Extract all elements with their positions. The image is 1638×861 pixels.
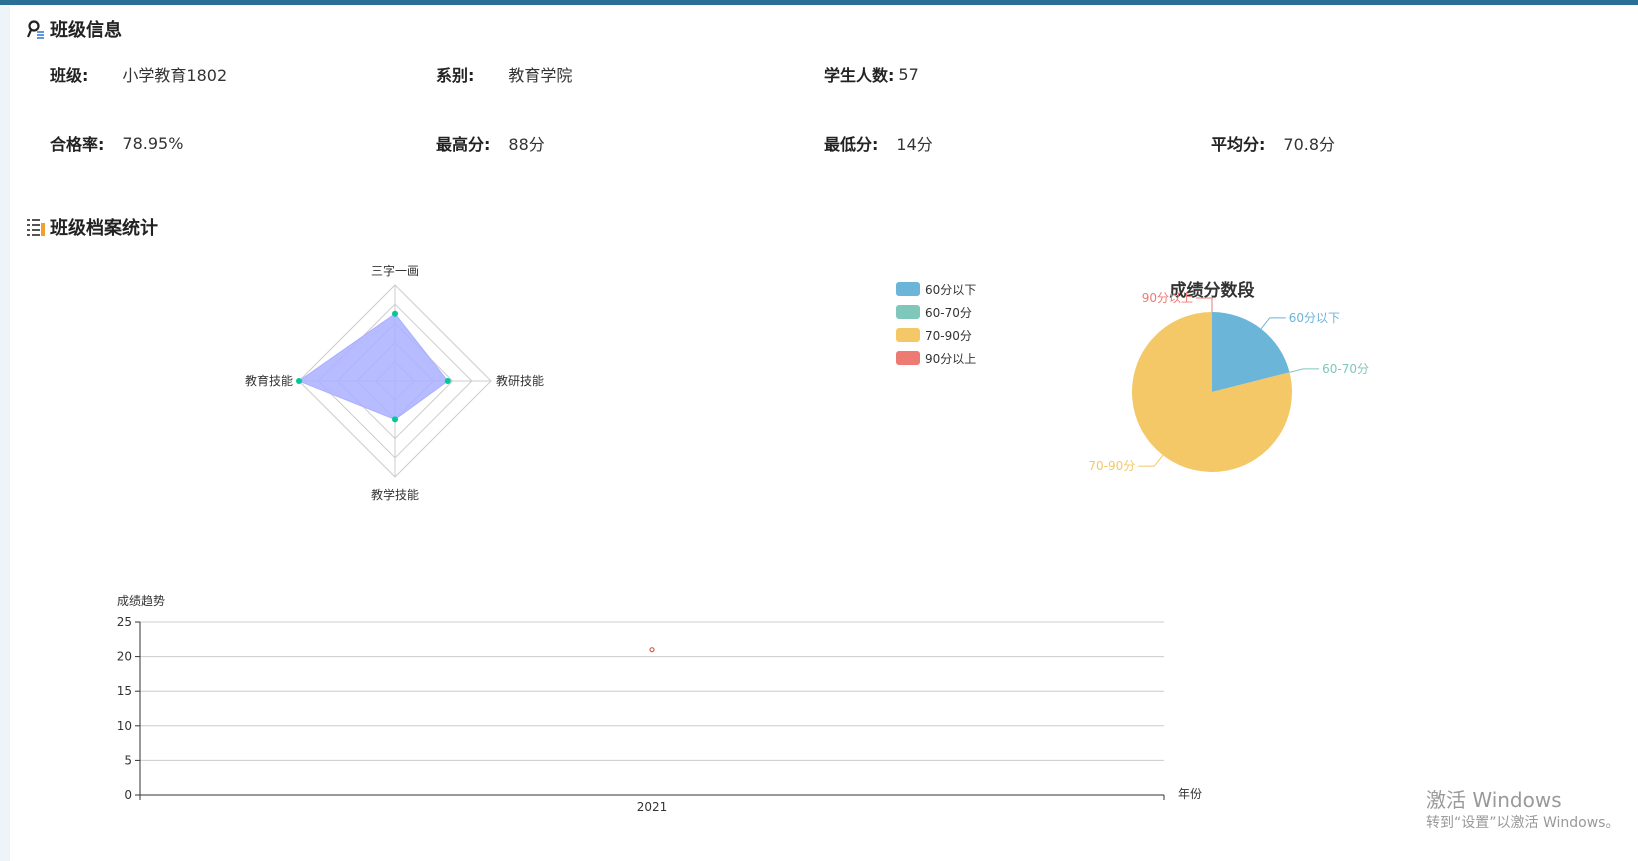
- radar-point: [296, 378, 302, 384]
- trend-chart: 成绩趋势 0 5 10 15 20 25 2021 年份: [117, 594, 1202, 814]
- class-info-header: 班级信息: [26, 16, 122, 42]
- students-value: 57: [898, 64, 919, 84]
- archive-stats-title: 班级档案统计: [50, 218, 158, 239]
- pie-slice-label: 70-90分: [1088, 459, 1135, 473]
- class-label: 班级:: [50, 66, 89, 85]
- info-row-2: 合格率: 78.95% 最高分: 88分 最低分: 14分 平均分: 70.8分: [0, 131, 1638, 155]
- y-axis-title: 成绩趋势: [117, 594, 165, 608]
- department-label: 系别:: [436, 66, 475, 85]
- max-score-field: 最高分: 88分: [436, 131, 545, 155]
- y-tick-label: 5: [124, 753, 132, 767]
- students-field: 学生人数: 57: [824, 62, 919, 86]
- avg-score-value: 70.8分: [1283, 135, 1336, 154]
- pie-chart: 60分以下60-70分70-90分90分以上成绩分数段60分以下60-70分70…: [896, 280, 1369, 473]
- legend-swatch: [896, 282, 920, 296]
- max-score-value: 88分: [508, 135, 545, 154]
- min-score-field: 最低分: 14分: [824, 131, 933, 155]
- y-tick-label: 15: [117, 684, 132, 698]
- radar-point: [392, 416, 398, 423]
- min-score-label: 最低分:: [824, 135, 879, 154]
- class-value: 小学教育1802: [122, 66, 228, 85]
- y-tick-label: 10: [117, 719, 132, 733]
- x-tick-label: 2021: [637, 800, 668, 814]
- info-row-1: 班级: 小学教育1802 系别: 教育学院 学生人数: 57: [0, 62, 1638, 86]
- radar-point: [444, 378, 451, 384]
- legend-swatch: [896, 305, 920, 319]
- pie-slice-label: 60-70分: [1322, 362, 1369, 376]
- legend-label: 90分以上: [925, 352, 976, 366]
- legend-label: 60分以下: [925, 283, 976, 297]
- avg-score-label: 平均分:: [1211, 135, 1266, 154]
- legend-label: 70-90分: [925, 329, 972, 343]
- pie-leader-line: [1289, 368, 1320, 373]
- class-info-title: 班级信息: [50, 20, 122, 41]
- pie-slice-label: 60分以下: [1289, 311, 1340, 325]
- pass-rate-label: 合格率:: [50, 135, 105, 154]
- list-icon: [26, 217, 46, 237]
- department-value: 教育学院: [508, 66, 573, 85]
- radar-indicator-label: 教学技能: [371, 487, 419, 502]
- archive-stats-header: 班级档案统计: [26, 214, 158, 240]
- legend-swatch: [896, 351, 920, 365]
- avg-score-field: 平均分: 70.8分: [1211, 131, 1335, 155]
- radar-indicator-label: 教研技能: [496, 373, 544, 388]
- pie-leader-line: [1260, 317, 1286, 330]
- radar-indicator-label: 教育技能: [245, 373, 293, 388]
- legend-swatch: [896, 328, 920, 342]
- students-label: 学生人数:: [824, 66, 895, 85]
- x-axis-title: 年份: [1178, 787, 1202, 801]
- user-search-icon: [26, 19, 46, 39]
- windows-activation-hint: 转到“设置”以激活 Windows。: [1426, 815, 1620, 831]
- radar-indicator-label: 三字一画: [371, 263, 419, 278]
- min-score-value: 14分: [896, 135, 933, 154]
- legend-label: 60-70分: [925, 306, 972, 320]
- windows-activation-watermark: 激活 Windows: [1426, 788, 1562, 812]
- data-point: [649, 647, 655, 653]
- pie-leader-line: [1138, 454, 1164, 467]
- pass-rate-field: 合格率: 78.95%: [50, 131, 183, 155]
- radar-point: [392, 310, 398, 317]
- radar-chart: 三字一画教研技能教学技能 教育技能: [245, 263, 544, 502]
- y-tick-label: 25: [117, 615, 132, 629]
- top-accent-bar: [0, 0, 1638, 5]
- max-score-label: 最高分:: [436, 135, 491, 154]
- pie-slice-label: 90分以上: [1142, 291, 1193, 305]
- class-field: 班级: 小学教育1802: [50, 62, 227, 86]
- y-tick-label: 0: [124, 788, 132, 802]
- department-field: 系别: 教育学院: [436, 62, 572, 86]
- pass-rate-value: 78.95%: [122, 133, 184, 153]
- y-tick-label: 20: [117, 650, 132, 664]
